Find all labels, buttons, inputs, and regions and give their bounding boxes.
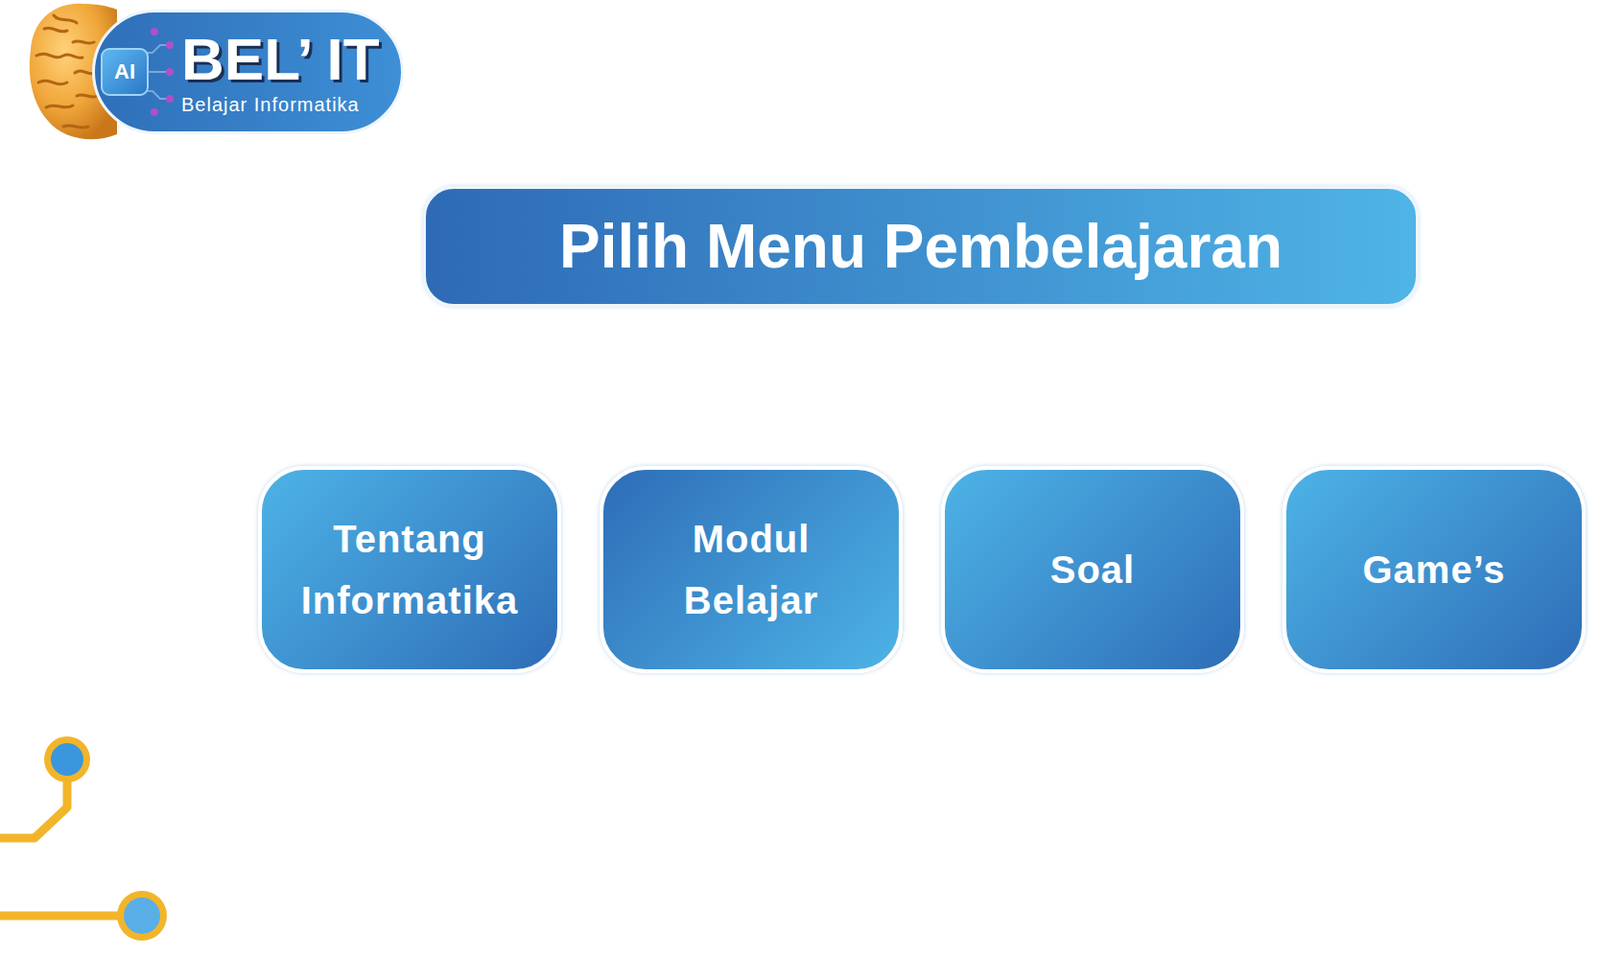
menu-label: Modul Belajar xyxy=(639,508,863,632)
logo-subtitle: Belajar Informatika xyxy=(181,94,360,117)
logo[interactable]: AI BEL’ IT Belajar Informatika xyxy=(24,0,404,144)
ai-badge: AI xyxy=(100,47,149,96)
heading-banner: Pilih Menu Pembelajaran xyxy=(423,186,1419,307)
menu-card[interactable]: Game’s xyxy=(1282,466,1586,674)
menu-page: AI BEL’ IT Belajar Informatika Pilih Men… xyxy=(0,0,1600,956)
logo-title: BEL’ IT xyxy=(181,27,380,91)
header: AI BEL’ IT Belajar Informatika xyxy=(0,0,1600,144)
logo-banner: AI BEL’ IT Belajar Informatika xyxy=(92,9,404,135)
menu-label: Soal xyxy=(1050,539,1135,601)
menu-card[interactable]: Tentang Informatika xyxy=(258,466,562,674)
chip-icon: AI xyxy=(100,23,174,120)
content: Pilih Menu Pembelajaran Tentang Informat… xyxy=(0,186,1600,674)
menu-card[interactable]: Modul Belajar xyxy=(599,466,903,674)
menu-label: Game’s xyxy=(1362,539,1506,601)
menu-list: Tentang Informatika Modul Belajar Soal Game… xyxy=(258,466,1600,674)
menu-card[interactable]: Soal xyxy=(941,466,1245,674)
menu-label: Tentang Informatika xyxy=(298,508,521,632)
circuit-decoration-icon xyxy=(0,730,173,942)
